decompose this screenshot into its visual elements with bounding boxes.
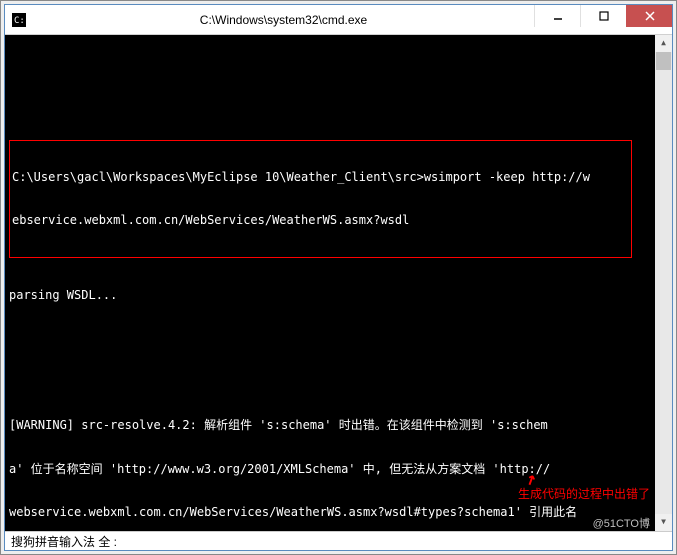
scroll-up-button[interactable]: ▲ [655, 35, 672, 52]
terminal-output: C:\Users\gacl\Workspaces\MyEclipse 10\We… [9, 66, 672, 531]
scroll-thumb[interactable] [656, 52, 671, 70]
prompt: C:\Users\gacl\Workspaces\MyEclipse 10\We… [12, 170, 424, 184]
minimize-button[interactable] [534, 5, 580, 27]
window-title: C:\Windows\system32\cmd.exe [33, 13, 534, 27]
parsing-line: parsing WSDL... [9, 288, 652, 303]
titlebar[interactable]: C: C:\Windows\system32\cmd.exe [5, 5, 672, 35]
warning-line: [WARNING] src-resolve.4.2: 解析组件 's:schem… [9, 418, 652, 433]
window-controls [534, 5, 672, 34]
close-button[interactable] [626, 5, 672, 27]
command-text: wsimport -keep http://w [424, 170, 590, 184]
command-highlight-box: C:\Users\gacl\Workspaces\MyEclipse 10\We… [9, 140, 632, 258]
vertical-scrollbar[interactable]: ▲ ▼ [655, 35, 672, 531]
cmd-window: C: C:\Windows\system32\cmd.exe C:\Users\ [4, 4, 673, 551]
scroll-down-button[interactable]: ▼ [655, 514, 672, 531]
scroll-track[interactable] [655, 52, 672, 514]
warning-line: webservice.webxml.com.cn/WebServices/Wea… [9, 505, 652, 520]
command-continuation: ebservice.webxml.com.cn/WebServices/Weat… [12, 213, 629, 228]
svg-text:C:: C: [14, 16, 25, 26]
terminal-area[interactable]: C:\Users\gacl\Workspaces\MyEclipse 10\We… [5, 35, 672, 531]
ime-status-bar: 搜狗拼音输入法 全 : [5, 531, 672, 550]
app-icon: C: [11, 12, 27, 28]
annotation-text: 生成代码的过程中出错了 [518, 487, 650, 502]
warning-line: a' 位于名称空间 'http://www.w3.org/2001/XMLSch… [9, 462, 652, 477]
maximize-button[interactable] [580, 5, 626, 27]
watermark: @51CTO博 [593, 517, 650, 532]
